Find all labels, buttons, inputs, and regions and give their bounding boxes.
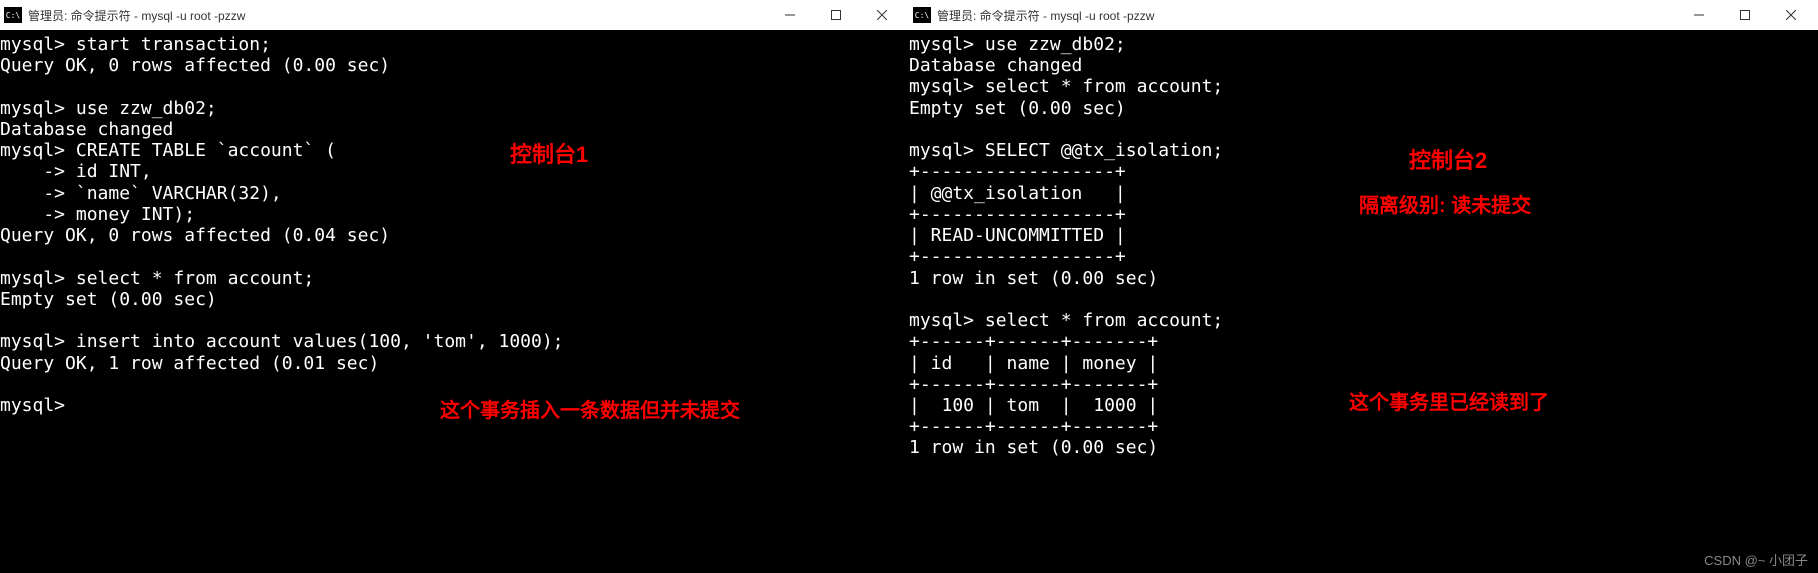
annotation-read: 这个事务里已经读到了 (1349, 392, 1549, 416)
window-right: C:\ 管理员: 命令提示符 - mysql -u root -pzzw mys… (909, 0, 1818, 573)
app-icon-text: C:\ (915, 11, 929, 20)
app-icon: C:\ (4, 7, 22, 23)
annotation-console1: 控制台1 (510, 142, 588, 168)
titlebar-controls-right (1676, 0, 1814, 30)
maximize-button[interactable] (1722, 0, 1768, 30)
maximize-button[interactable] (813, 0, 859, 30)
annotation-console2: 控制台2 (1409, 148, 1487, 174)
close-button[interactable] (1768, 0, 1814, 30)
titlebar-right: C:\ 管理员: 命令提示符 - mysql -u root -pzzw (909, 0, 1818, 30)
titlebar-text-left: 管理员: 命令提示符 - mysql -u root -pzzw (28, 7, 767, 24)
app-icon: C:\ (913, 7, 931, 23)
terminal-right[interactable]: mysql> use zzw_db02; Database changed my… (909, 30, 1818, 573)
close-button[interactable] (859, 0, 905, 30)
minimize-button[interactable] (767, 0, 813, 30)
terminal-left-content: mysql> start transaction; Query OK, 0 ro… (0, 34, 564, 416)
app-icon-text: C:\ (6, 11, 20, 20)
annotation-isolation: 隔离级别: 读未提交 (1359, 195, 1531, 219)
titlebar-controls-left (767, 0, 905, 30)
minimize-button[interactable] (1676, 0, 1722, 30)
terminal-right-content: mysql> use zzw_db02; Database changed my… (909, 34, 1223, 458)
window-left: C:\ 管理员: 命令提示符 - mysql -u root -pzzw mys… (0, 0, 909, 573)
annotation-insert: 这个事务插入一条数据但并未提交 (440, 400, 740, 424)
titlebar-text-right: 管理员: 命令提示符 - mysql -u root -pzzw (937, 7, 1676, 24)
titlebar-left: C:\ 管理员: 命令提示符 - mysql -u root -pzzw (0, 0, 909, 30)
terminal-left[interactable]: mysql> start transaction; Query OK, 0 ro… (0, 30, 909, 573)
watermark: CSDN @~ 小团子 (1704, 550, 1808, 569)
